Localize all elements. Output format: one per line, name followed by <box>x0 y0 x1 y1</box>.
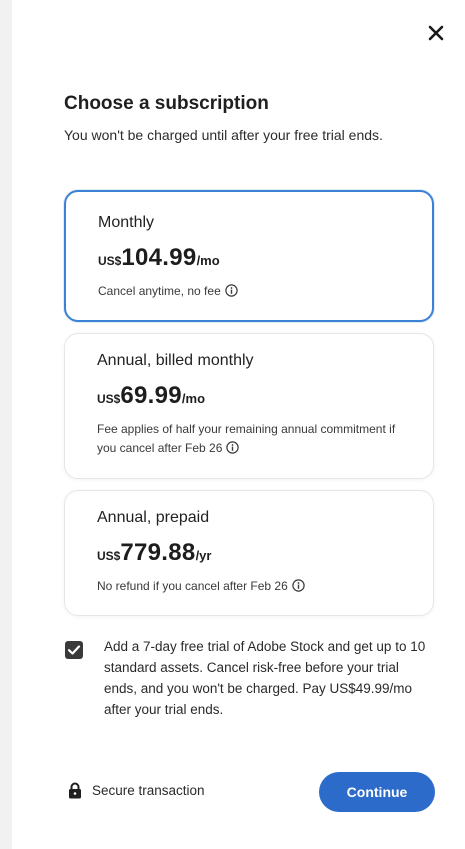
plan-note-text: Cancel anytime, no fee <box>98 284 221 298</box>
page-title: Choose a subscription <box>64 93 269 114</box>
info-icon[interactable] <box>226 441 240 460</box>
plan-name: Monthly <box>98 214 155 231</box>
price-currency: US$ <box>97 392 121 406</box>
plan-price: US$ 779.88 /yr <box>97 539 211 567</box>
info-icon[interactable] <box>292 579 305 598</box>
close-icon <box>428 25 444 41</box>
plan-card-annual-monthly[interactable]: Annual, billed monthly US$ 69.99 /mo Fee… <box>64 333 434 479</box>
price-period: /yr <box>195 548 212 563</box>
plan-card-annual-prepaid[interactable]: Annual, prepaid US$ 779.88 /yr No refund… <box>64 490 434 616</box>
plan-price: US$ 69.99 /mo <box>97 382 205 410</box>
price-period: /mo <box>196 253 220 268</box>
secure-transaction-label: Secure transaction <box>92 783 205 798</box>
plan-note: No refund if you cancel after Feb 26 <box>97 577 305 598</box>
price-amount: 779.88 <box>120 539 196 566</box>
plan-note-text: No refund if you cancel after Feb 26 <box>97 579 288 593</box>
price-amount: 69.99 <box>120 382 182 409</box>
continue-button[interactable]: Continue <box>319 772 435 812</box>
page-subtitle: You won't be charged until after your fr… <box>64 127 383 143</box>
price-period: /mo <box>181 391 206 406</box>
plan-note: Cancel anytime, no fee <box>98 282 238 303</box>
price-currency: US$ <box>97 549 121 563</box>
close-button[interactable] <box>425 22 447 44</box>
price-currency: US$ <box>98 254 122 268</box>
info-icon[interactable] <box>225 284 238 303</box>
plan-card-monthly[interactable]: Monthly US$ 104.99 /mo Cancel anytime, n… <box>64 190 434 322</box>
subscription-dialog: Choose a subscription You won't be charg… <box>12 0 465 849</box>
plan-name: Annual, prepaid <box>97 509 210 526</box>
plan-note-text: Fee applies of half your remaining annua… <box>97 422 396 455</box>
plan-price: US$ 104.99 /mo <box>98 244 220 272</box>
adobe-stock-trial-checkbox[interactable] <box>65 641 83 659</box>
plan-name: Annual, billed monthly <box>97 352 254 369</box>
plan-note: Fee applies of half your remaining annua… <box>97 420 407 460</box>
adobe-stock-trial-text: Add a 7-day free trial of Adobe Stock an… <box>104 639 426 717</box>
checkmark-icon <box>67 645 81 655</box>
lock-icon <box>69 782 81 799</box>
secure-transaction: Secure transaction <box>68 782 205 799</box>
price-amount: 104.99 <box>121 244 197 271</box>
